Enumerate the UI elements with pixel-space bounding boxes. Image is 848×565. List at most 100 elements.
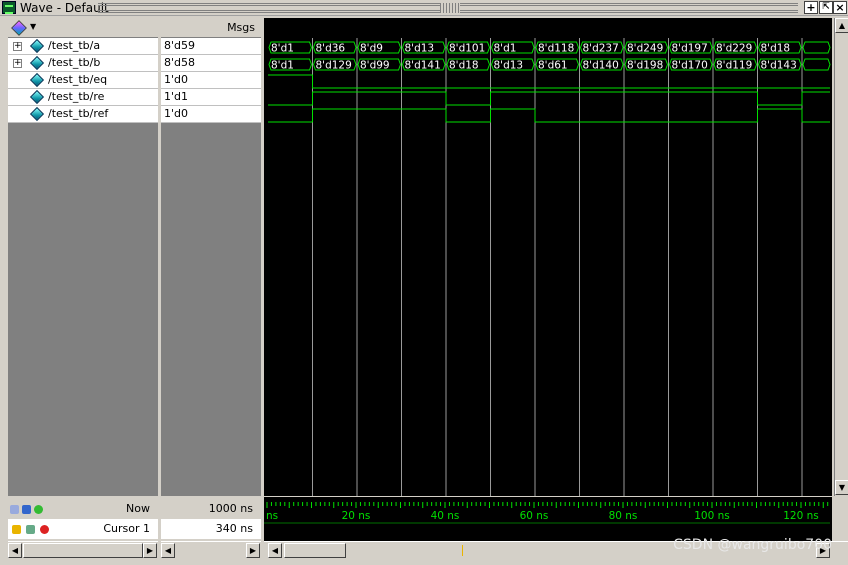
signal-value: 8'd59 bbox=[161, 38, 261, 55]
signal-diamond-icon bbox=[29, 38, 45, 54]
bus-segment bbox=[802, 58, 831, 71]
signal-wave-re bbox=[268, 91, 830, 106]
bus-value-label: 8'd141 bbox=[405, 60, 441, 72]
expand-icon[interactable]: + bbox=[13, 59, 22, 68]
add-icon[interactable]: + bbox=[804, 1, 818, 14]
ruler-label: 80 ns bbox=[609, 510, 638, 522]
bus-value-label: 8'd118 bbox=[538, 43, 574, 55]
scroll-right-icon[interactable]: ▶ bbox=[143, 543, 157, 558]
signal-row[interactable]: /test_tb/re bbox=[8, 89, 158, 106]
wave-scroll-thumb[interactable] bbox=[284, 543, 346, 558]
signal-value: 1'd0 bbox=[161, 106, 261, 123]
signal-wave-ref bbox=[268, 108, 830, 123]
signal-diamond-icon bbox=[29, 72, 45, 88]
signal-value-pane[interactable]: Msgs 8'd59 8'd58 1'd0 1'd1 1'd0 bbox=[161, 18, 261, 496]
scroll-right-icon[interactable]: ▶ bbox=[246, 543, 260, 558]
signal-name: /test_tb/a bbox=[48, 39, 101, 52]
name-pane-scroll-thumb[interactable] bbox=[23, 543, 143, 558]
signal-value: 1'd1 bbox=[161, 89, 261, 106]
cursor-row-label[interactable]: Cursor 1 bbox=[8, 519, 158, 539]
vertical-scrollbar[interactable]: ▲ ▼ bbox=[834, 18, 848, 496]
bus-value-label: 8'd9 bbox=[360, 43, 383, 55]
signal-diamond-icon bbox=[29, 89, 45, 105]
edit-icon[interactable] bbox=[26, 525, 35, 534]
ruler-label: 40 ns bbox=[431, 510, 460, 522]
now-value: 1000 ns bbox=[161, 499, 261, 519]
ruler-label: ns bbox=[266, 510, 278, 522]
bus-value-label: 8'd119 bbox=[716, 60, 752, 72]
cursor-value[interactable]: 340 ns bbox=[161, 519, 261, 539]
title-grip-dots[interactable] bbox=[440, 3, 460, 13]
bus-value-label: 8'd170 bbox=[672, 60, 708, 72]
name-pane-header: ▼ bbox=[8, 18, 158, 38]
bus-value-label: 8'd237 bbox=[583, 43, 619, 55]
add-cursor-icon[interactable] bbox=[34, 505, 43, 514]
signal-value: 8'd58 bbox=[161, 55, 261, 72]
signal-wave-eq bbox=[268, 74, 830, 89]
now-label: Now bbox=[126, 502, 150, 515]
watermark: CSDN @wangruibo700 bbox=[673, 537, 832, 553]
delete-cursor-icon[interactable] bbox=[40, 525, 49, 534]
undock-icon[interactable]: ⇱ bbox=[819, 1, 833, 14]
bus-segment bbox=[802, 41, 831, 54]
bus-value-label: 8'd129 bbox=[316, 60, 352, 72]
bus-value-label: 8'd198 bbox=[627, 60, 663, 72]
bus-value-label: 8'd18 bbox=[761, 43, 791, 55]
scroll-left-icon[interactable]: ◀ bbox=[268, 543, 282, 558]
cursor-marker bbox=[462, 545, 463, 556]
msgs-header: Msgs bbox=[161, 18, 261, 38]
bus-value-label: 8'd229 bbox=[716, 43, 752, 55]
signal-name-pane[interactable]: ▼ + /test_tb/a + /test_tb/b/test_tb/eq/test… bbox=[8, 18, 158, 496]
signal-value: 1'd0 bbox=[161, 72, 261, 89]
chevron-down-icon[interactable]: ▼ bbox=[30, 22, 36, 31]
bus-value-label: 8'd101 bbox=[449, 43, 485, 55]
signal-name: /test_tb/ref bbox=[48, 107, 109, 120]
lock-icon[interactable] bbox=[12, 525, 21, 534]
signal-row[interactable]: + /test_tb/a bbox=[8, 38, 158, 55]
signal-name: /test_tb/eq bbox=[48, 73, 108, 86]
ruler-label: 60 ns bbox=[520, 510, 549, 522]
bus-value-label: 8'd61 bbox=[538, 60, 568, 72]
now-row-label: Now bbox=[8, 499, 158, 519]
bus-value-label: 8'd1 bbox=[271, 60, 294, 72]
scroll-up-icon[interactable]: ▲ bbox=[835, 18, 848, 33]
zoom-icon[interactable] bbox=[10, 505, 19, 514]
time-ruler[interactable]: ns 20 ns 40 ns 60 ns 80 ns 100 ns 120 ns bbox=[264, 497, 832, 541]
scroll-down-icon[interactable]: ▼ bbox=[835, 480, 848, 495]
ruler-label: 100 ns bbox=[694, 510, 730, 522]
bus-value-label: 8'd249 bbox=[627, 43, 663, 55]
time-ruler-canvas[interactable]: ns 20 ns 40 ns 60 ns 80 ns 100 ns 120 ns bbox=[264, 497, 832, 541]
value-pane-hscroll[interactable]: ◀ ▶ bbox=[161, 541, 261, 559]
ruler-label: 20 ns bbox=[342, 510, 371, 522]
bus-value-label: 8'd143 bbox=[761, 60, 797, 72]
bus-value-label: 8'd197 bbox=[672, 43, 708, 55]
signal-diamond-icon bbox=[29, 55, 45, 71]
window-title: Wave - Default bbox=[20, 1, 109, 15]
bus-value-label: 8'd13 bbox=[494, 60, 524, 72]
signal-row[interactable]: + /test_tb/b bbox=[8, 55, 158, 72]
wave-app-icon bbox=[2, 1, 16, 14]
close-icon[interactable]: × bbox=[833, 1, 847, 14]
signal-row[interactable]: /test_tb/ref bbox=[8, 106, 158, 123]
name-pane-hscroll[interactable]: ◀ ▶ bbox=[8, 541, 158, 559]
signal-row[interactable]: /test_tb/eq bbox=[8, 72, 158, 89]
cursor-label: Cursor 1 bbox=[103, 522, 150, 535]
ruler-label: 120 ns bbox=[783, 510, 819, 522]
scroll-left-icon[interactable]: ◀ bbox=[161, 543, 175, 558]
bus-value-label: 8'd1 bbox=[494, 43, 517, 55]
waveform-canvas[interactable]: 8'd1 8'd36 8'd9 8'd13 8'd101 8'd1 8'd118 8'd237… bbox=[264, 18, 832, 496]
expand-icon[interactable]: + bbox=[13, 42, 22, 51]
bus-value-label: 8'd99 bbox=[360, 60, 390, 72]
screen-icon[interactable] bbox=[22, 505, 31, 514]
signal-diamond-icon bbox=[29, 106, 45, 122]
signal-name: /test_tb/re bbox=[48, 90, 105, 103]
signal-name: /test_tb/b bbox=[48, 56, 101, 69]
scroll-left-icon[interactable]: ◀ bbox=[8, 543, 22, 558]
bus-value-label: 8'd13 bbox=[405, 43, 435, 55]
title-bar: Wave - Default + ⇱ × bbox=[0, 0, 848, 16]
bus-value-label: 8'd1 bbox=[271, 43, 294, 55]
bus-value-label: 8'd18 bbox=[449, 60, 479, 72]
bus-value-label: 8'd36 bbox=[316, 43, 346, 55]
wave-tools-icon[interactable] bbox=[11, 20, 27, 36]
waveform-pane[interactable]: 8'd1 8'd36 8'd9 8'd13 8'd101 8'd1 8'd118 8'd237… bbox=[264, 18, 832, 496]
